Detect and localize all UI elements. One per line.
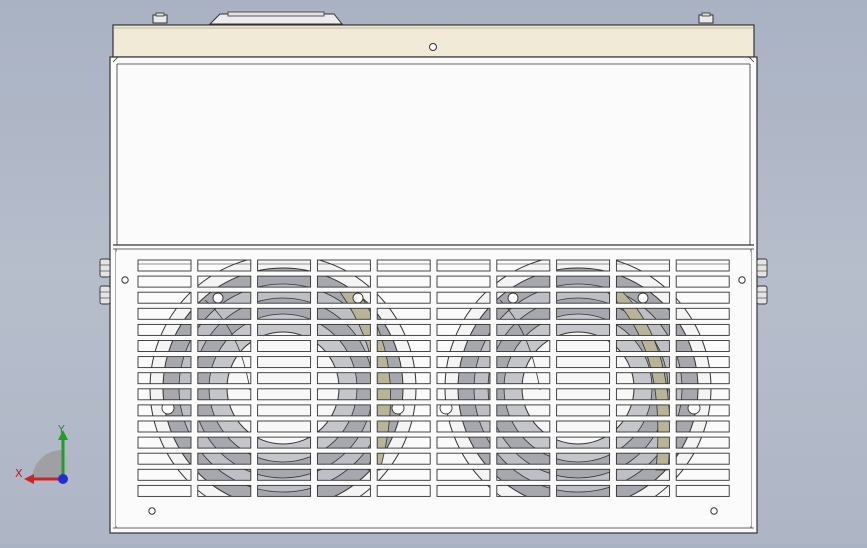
- triad-base-icon: [32, 450, 62, 480]
- bolt-left-lower: [99, 285, 111, 305]
- enclosure-model[interactable]: [0, 0, 867, 544]
- bolt-right-lower: [756, 285, 768, 305]
- hole-left-upper: [121, 276, 129, 284]
- x-axis-label: X: [15, 467, 23, 480]
- top-band-hole: [429, 43, 437, 51]
- z-axis-dot: [58, 474, 68, 484]
- top-cover-band: [112, 24, 755, 58]
- coordinate-triad: X Y: [10, 418, 80, 488]
- bolt-right-upper: [756, 258, 768, 278]
- bolt-left-upper: [99, 258, 111, 278]
- y-axis-label: Y: [58, 423, 65, 436]
- top-mounting-hardware: [152, 11, 714, 25]
- hole-left-lower: [148, 507, 156, 515]
- cad-viewport[interactable]: X Y: [0, 0, 867, 544]
- hole-right-lower: [710, 507, 718, 515]
- hole-right-upper: [738, 276, 746, 284]
